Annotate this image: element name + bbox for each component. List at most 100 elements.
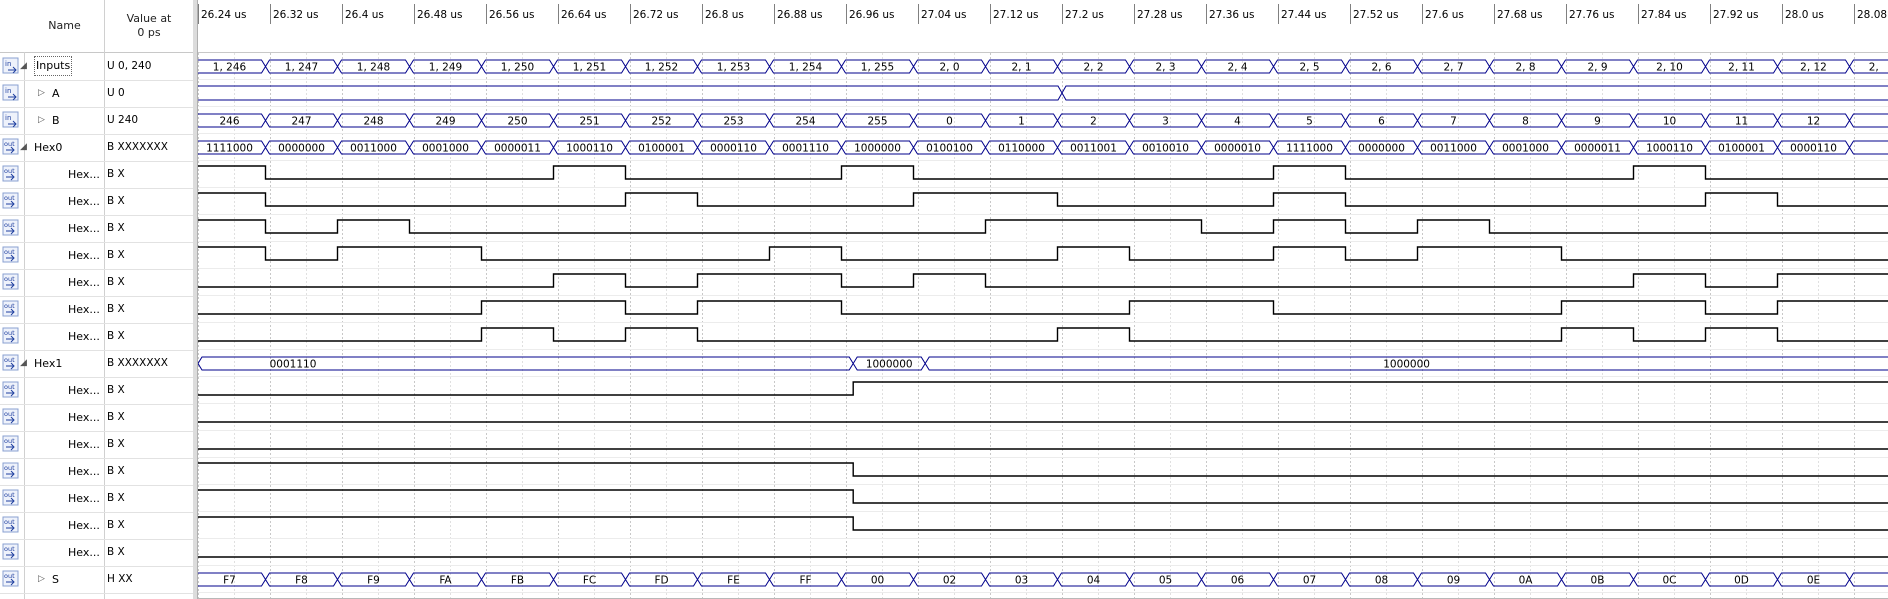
signal-row[interactable]: out ◢ Hex0 B XXXXXXX: [0, 134, 193, 162]
ruler-tick-label: 27.6 us: [1425, 9, 1464, 21]
signal-value: B X: [107, 249, 125, 261]
column-header: Name Value at 0 ps: [0, 0, 193, 53]
signal-row[interactable]: in ▷ A U 0: [0, 80, 193, 108]
collapsed-arrow-icon[interactable]: ▷: [38, 88, 48, 98]
svg-text:in: in: [5, 87, 11, 95]
signal-row[interactable]: out Hex... B X: [0, 296, 193, 324]
signal-row[interactable]: out Hex... B X: [0, 188, 193, 216]
bus-value-label: 250: [507, 116, 527, 128]
bit-waveform: [198, 273, 1888, 288]
signal-name: Hex...: [68, 330, 100, 343]
bus-value-label: 255: [867, 116, 887, 128]
signal-value: U 0: [107, 87, 125, 99]
signal-name: Hex...: [68, 411, 100, 424]
expanded-arrow-icon[interactable]: ◢: [20, 142, 30, 152]
bus-value-label: 2,: [1869, 62, 1879, 74]
bus-value-label: 251: [579, 116, 599, 128]
output-pin-icon: out: [2, 543, 22, 561]
signal-value: B X: [107, 195, 125, 207]
signal-row[interactable]: out Hex... B X: [0, 458, 193, 486]
ruler-tick-label: 27.76 us: [1569, 9, 1615, 21]
bus-value-label: 4: [1234, 116, 1241, 128]
bus-value-label: 252: [651, 116, 671, 128]
ruler-tick-label: 26.96 us: [849, 9, 895, 21]
signal-row[interactable]: out Hex... B X: [0, 485, 193, 513]
output-pin-icon: out: [2, 219, 22, 237]
signal-value: H XX: [107, 573, 133, 585]
bit-waveform: [198, 165, 1888, 180]
bus-value-label: 0B: [1591, 575, 1605, 587]
bus-value-label: 11: [1735, 116, 1748, 128]
output-pin-icon: out: [2, 327, 22, 345]
bus-value-label: 0001110: [782, 143, 829, 155]
bus-value-label: 09: [1447, 575, 1460, 587]
bus-value-label: 253: [723, 116, 743, 128]
signal-value: B X: [107, 465, 125, 477]
bus-value-label: 05: [1159, 575, 1172, 587]
collapsed-arrow-icon[interactable]: ▷: [38, 115, 48, 125]
bus-value-label: 1, 255: [861, 62, 894, 74]
bus-value-label: 2, 2: [1083, 62, 1103, 74]
bus-value-label: 249: [435, 116, 455, 128]
bus-value-label: 0000000: [1358, 143, 1405, 155]
bus-value-label: 0A: [1519, 575, 1534, 587]
signal-row[interactable]: out Hex... B X: [0, 269, 193, 297]
svg-text:out: out: [4, 572, 15, 580]
bus-value-label: 2, 1: [1011, 62, 1031, 74]
collapsed-arrow-icon[interactable]: ▷: [38, 574, 48, 584]
name-column-header[interactable]: Name: [25, 0, 104, 52]
bus-value-label: 1000000: [866, 359, 913, 371]
expanded-arrow-icon[interactable]: ◢: [20, 358, 30, 368]
expanded-arrow-icon[interactable]: ◢: [20, 61, 30, 71]
bus-value-label: 0000011: [1574, 143, 1621, 155]
signal-row[interactable]: out Hex... B X: [0, 539, 193, 567]
signal-value: B X: [107, 519, 125, 531]
output-pin-icon: out: [2, 354, 22, 372]
signal-row[interactable]: out Hex... B X: [0, 404, 193, 432]
signal-row[interactable]: out ▷ S H XX: [0, 566, 193, 594]
bus-value-label: 2, 9: [1587, 62, 1607, 74]
signal-row[interactable]: in ▷ B U 240: [0, 107, 193, 135]
signal-row[interactable]: out Hex... B X: [0, 161, 193, 189]
bus-value-label: 247: [291, 116, 311, 128]
bus-value-label: 0110000: [998, 143, 1045, 155]
signal-name: Inputs: [34, 56, 73, 76]
signal-row[interactable]: out Hex... B X: [0, 323, 193, 351]
svg-text:out: out: [4, 545, 15, 553]
bit-waveform: [198, 516, 1888, 531]
waveform-panel[interactable]: 26.24 us 26.32 us 26.4 us 26.48 us 26.56 us 2…: [198, 0, 1888, 599]
bus-value-label: 0000110: [710, 143, 757, 155]
bit-waveform: [198, 300, 1888, 315]
signal-name: Hex...: [68, 384, 100, 397]
bus-value-label: 0100001: [1718, 143, 1765, 155]
bus-value-label: 06: [1231, 575, 1245, 587]
value-column-header[interactable]: Value at 0 ps: [105, 0, 193, 52]
svg-text:in: in: [5, 114, 11, 122]
bus-segment: [1848, 572, 1888, 587]
svg-text:out: out: [4, 437, 15, 445]
bus-value-label: 7: [1450, 116, 1457, 128]
bus-value-label: 10: [1663, 116, 1676, 128]
bus-value-label: 2, 6: [1371, 62, 1391, 74]
bus-value-label: 0011000: [350, 143, 397, 155]
output-pin-icon: out: [2, 462, 22, 480]
svg-text:out: out: [4, 221, 15, 229]
signal-row[interactable]: out Hex... B X: [0, 242, 193, 270]
signal-name: Hex...: [68, 546, 100, 559]
ruler-tick-label: 28.08 us: [1857, 9, 1888, 21]
bus-value-label: 07: [1303, 575, 1316, 587]
signal-row[interactable]: out Hex... B X: [0, 512, 193, 540]
signal-name: Hex...: [68, 465, 100, 478]
ruler-tick-label: 27.12 us: [993, 9, 1039, 21]
signal-row[interactable]: out Hex... B X: [0, 377, 193, 405]
signal-name: Hex...: [68, 195, 100, 208]
svg-text:out: out: [4, 518, 15, 526]
bus-value-label: FF: [799, 575, 811, 587]
waveform-canvas[interactable]: 26.24 us 26.32 us 26.4 us 26.48 us 26.56 us 2…: [198, 0, 1888, 599]
signal-row[interactable]: out ◢ Hex1 B XXXXXXX: [0, 350, 193, 378]
signal-row[interactable]: in ◢ Inputs U 0, 240: [0, 53, 193, 81]
bus-segment: [1848, 140, 1888, 155]
signal-row[interactable]: out Hex... B X: [0, 431, 193, 459]
signal-row[interactable]: out Hex... B X: [0, 215, 193, 243]
bus-value-label: 2, 11: [1728, 62, 1755, 74]
